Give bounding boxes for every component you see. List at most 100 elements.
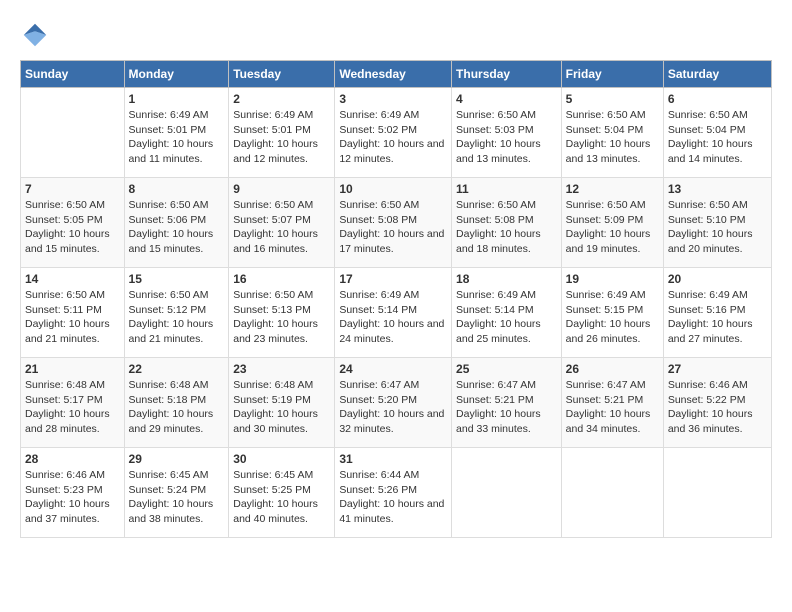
day-info: Sunrise: 6:48 AMSunset: 5:18 PMDaylight:…: [129, 378, 225, 437]
day-info: Sunrise: 6:47 AMSunset: 5:21 PMDaylight:…: [456, 378, 557, 437]
day-info: Sunrise: 6:46 AM Sunset: 5:22 PM Daylight:…: [668, 378, 767, 437]
sunrise-label: Sunrise: 6:50 AM: [456, 109, 536, 121]
day-number: 30: [233, 452, 330, 466]
calendar-week-row: 7Sunrise: 6:50 AMSunset: 5:05 PMDaylight…: [21, 178, 772, 268]
sunrise-label: Sunrise: 6:50 AM: [339, 199, 419, 211]
calendar-cell: 24Sunrise: 6:47 AMSunset: 5:20 PMDayligh…: [335, 358, 452, 448]
sunrise-label: Sunrise: 6:50 AM: [25, 289, 105, 301]
sunrise-label: Sunrise: 6:49 AM: [339, 289, 419, 301]
day-info: Sunrise: 6:49 AMSunset: 5:16 PMDaylight:…: [668, 288, 767, 347]
day-info: Sunrise: 6:50 AMSunset: 5:03 PMDaylight:…: [456, 108, 557, 167]
sunset-label: Sunset: 5:08 PM: [339, 214, 417, 226]
sunrise-label: Sunrise: 6:47 AM: [339, 379, 419, 391]
daylight-label: Daylight: 10 hours and 37 minutes.: [25, 498, 110, 525]
calendar-cell: 2Sunrise: 6:49 AMSunset: 5:01 PMDaylight…: [229, 88, 335, 178]
sunrise-label: Sunrise: 6:50 AM: [129, 289, 209, 301]
sunrise-label: Sunrise: 6:50 AM: [668, 109, 748, 121]
sunrise-label: Sunrise: 6:48 AM: [25, 379, 105, 391]
sunset-label: Sunset: 5:03 PM: [456, 124, 534, 136]
day-info: Sunrise: 6:49 AMSunset: 5:14 PMDaylight:…: [339, 288, 447, 347]
calendar-cell: 29Sunrise: 6:45 AMSunset: 5:24 PMDayligh…: [124, 448, 229, 538]
page-header: [20, 20, 772, 50]
sunset-label: Sunset: 5:21 PM: [566, 394, 644, 406]
day-number: 15: [129, 272, 225, 286]
daylight-label: Daylight: 10 hours and 36 minutes.: [668, 408, 753, 435]
day-number: 8: [129, 182, 225, 196]
sunset-label: Sunset: 5:24 PM: [129, 484, 207, 496]
day-number: 27: [668, 362, 767, 376]
column-header-monday: Monday: [124, 61, 229, 88]
sunrise-label: Sunrise: 6:50 AM: [129, 199, 209, 211]
daylight-label: Daylight: 10 hours and 12 minutes.: [339, 138, 444, 165]
day-info: Sunrise: 6:50 AMSunset: 5:04 PMDaylight:…: [668, 108, 767, 167]
column-header-friday: Friday: [561, 61, 663, 88]
sunrise-label: Sunrise: 6:45 AM: [233, 469, 313, 481]
sunrise-label: Sunrise: 6:46 AM: [668, 379, 748, 391]
calendar-cell: 27 Sunrise: 6:46 AM Sunset: 5:22 PM Dayligh…: [663, 358, 771, 448]
day-number: 18: [456, 272, 557, 286]
day-info: Sunrise: 6:50 AMSunset: 5:10 PMDaylight:…: [668, 198, 767, 257]
day-number: 14: [25, 272, 120, 286]
sunset-label: Sunset: 5:19 PM: [233, 394, 311, 406]
day-number: 28: [25, 452, 120, 466]
calendar-cell: 28 Sunrise: 6:46 AMSunset: 5:23 PMDayligh…: [21, 448, 125, 538]
day-number: 12: [566, 182, 659, 196]
daylight-label: Daylight: 10 hours and 41 minutes.: [339, 498, 444, 525]
day-number: 22: [129, 362, 225, 376]
calendar-week-row: 1Sunrise: 6:49 AMSunset: 5:01 PMDaylight…: [21, 88, 772, 178]
daylight-label: Daylight: 10 hours and 30 minutes.: [233, 408, 318, 435]
sunset-label: Sunset: 5:13 PM: [233, 304, 311, 316]
calendar-cell: 10Sunrise: 6:50 AMSunset: 5:08 PMDayligh…: [335, 178, 452, 268]
sunrise-label: Sunrise: 6:49 AM: [233, 109, 313, 121]
calendar-cell: 26Sunrise: 6:47 AMSunset: 5:21 PMDayligh…: [561, 358, 663, 448]
calendar-week-row: 14 Sunrise: 6:50 AM Sunset: 5:11 PM Dayligh…: [21, 268, 772, 358]
daylight-label: Daylight: 10 hours and 24 minutes.: [339, 318, 444, 345]
day-info: Sunrise: 6:46 AMSunset: 5:23 PMDaylight:…: [25, 468, 120, 527]
calendar-cell: 4Sunrise: 6:50 AMSunset: 5:03 PMDaylight…: [452, 88, 562, 178]
calendar-cell: 14Sunrise: 6:50 AMSunset: 5:11 PMDayligh…: [21, 268, 125, 358]
sunset-label: Sunset: 5:22 PM: [668, 394, 746, 406]
day-info: Sunrise: 6:49 AMSunset: 5:14 PMDaylight:…: [456, 288, 557, 347]
day-info: Sunrise: 6:48 AMSunset: 5:17 PMDaylight:…: [25, 378, 120, 437]
sunrise-label: Sunrise: 6:48 AM: [233, 379, 313, 391]
day-number: 21: [25, 362, 120, 376]
daylight-label: Daylight: 10 hours and 33 minutes.: [456, 408, 541, 435]
day-info: Sunrise: 6:50 AMSunset: 5:06 PMDaylight:…: [129, 198, 225, 257]
day-number: 31: [339, 452, 447, 466]
day-number: 3: [339, 92, 447, 106]
daylight-label: Daylight: 10 hours and 12 minutes.: [233, 138, 318, 165]
sunset-label: Sunset: 5:16 PM: [668, 304, 746, 316]
daylight-label: Daylight: 10 hours and 15 minutes.: [129, 228, 214, 255]
day-info: Sunrise: 6:49 AMSunset: 5:02 PMDaylight:…: [339, 108, 447, 167]
calendar-cell: [663, 448, 771, 538]
calendar-cell: 13Sunrise: 6:50 AMSunset: 5:10 PMDayligh…: [663, 178, 771, 268]
sunset-label: Sunset: 5:08 PM: [456, 214, 534, 226]
sunset-label: Sunset: 5:21 PM: [456, 394, 534, 406]
calendar-cell: 5Sunrise: 6:50 AMSunset: 5:04 PMDaylight…: [561, 88, 663, 178]
day-number: 7: [25, 182, 120, 196]
day-info: Sunrise: 6:50 AM Sunset: 5:08 PM Daylight:…: [339, 198, 447, 257]
day-info: Sunrise: 6:48 AM Sunset: 5:19 PM Daylight:…: [233, 378, 330, 437]
day-info: Sunrise: 6:49 AMSunset: 5:01 PMDaylight:…: [129, 108, 225, 167]
daylight-label: Daylight: 10 hours and 20 minutes.: [668, 228, 753, 255]
calendar-cell: 12Sunrise: 6:50 AMSunset: 5:09 PMDayligh…: [561, 178, 663, 268]
day-number: 17: [339, 272, 447, 286]
calendar-cell: 15Sunrise: 6:50 AMSunset: 5:12 PMDayligh…: [124, 268, 229, 358]
daylight-label: Daylight: 10 hours and 40 minutes.: [233, 498, 318, 525]
daylight-label: Daylight: 10 hours and 17 minutes.: [339, 228, 444, 255]
sunset-label: Sunset: 5:01 PM: [233, 124, 311, 136]
daylight-label: Daylight: 10 hours and 11 minutes.: [129, 138, 214, 165]
sunrise-label: Sunrise: 6:50 AM: [566, 199, 646, 211]
calendar-cell: 20Sunrise: 6:49 AMSunset: 5:16 PMDayligh…: [663, 268, 771, 358]
sunset-label: Sunset: 5:26 PM: [339, 484, 417, 496]
day-info: Sunrise: 6:45 AMSunset: 5:25 PMDaylight:…: [233, 468, 330, 527]
day-number: 11: [456, 182, 557, 196]
calendar-cell: 30 Sunrise: 6:45 AMSunset: 5:25 PMDayligh…: [229, 448, 335, 538]
calendar-cell: 1Sunrise: 6:49 AMSunset: 5:01 PMDaylight…: [124, 88, 229, 178]
daylight-label: Daylight: 10 hours and 32 minutes.: [339, 408, 444, 435]
sunset-label: Sunset: 5:11 PM: [25, 304, 102, 316]
daylight-label: Daylight: 10 hours and 25 minutes.: [456, 318, 541, 345]
sunrise-label: Sunrise: 6:50 AM: [233, 289, 313, 301]
logo-icon: [20, 20, 50, 50]
column-header-wednesday: Wednesday: [335, 61, 452, 88]
